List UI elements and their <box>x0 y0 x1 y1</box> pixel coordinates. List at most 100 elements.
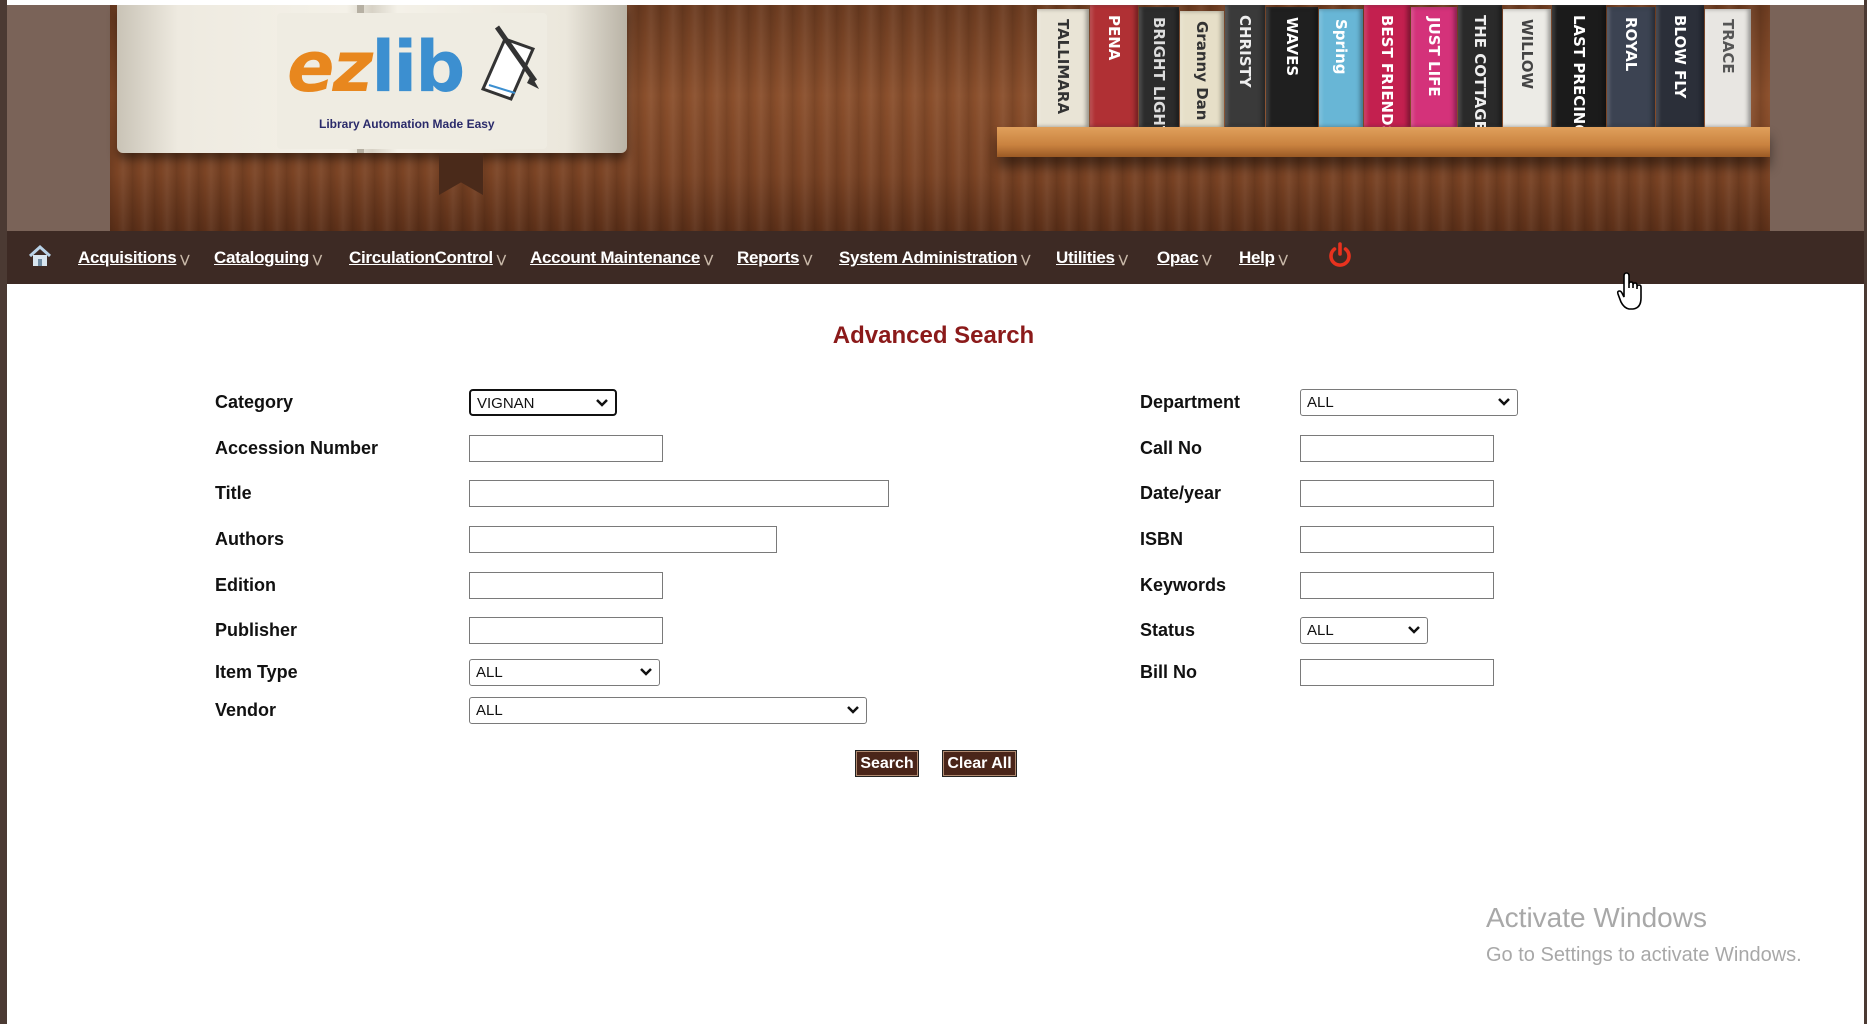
book-spine-title: PENA <box>1105 15 1123 61</box>
search-button[interactable]: Search <box>855 750 919 777</box>
home-icon[interactable] <box>27 243 53 269</box>
nav-account-maintenance[interactable]: Account Maintenance ⋁ <box>530 248 713 268</box>
logo-wordmark: ezlib <box>287 26 465 108</box>
item-type-select[interactable]: ALL <box>469 659 660 686</box>
nav-utilities-label: Utilities <box>1056 248 1115 267</box>
chevron-down-icon <box>596 399 608 407</box>
vendor-select-value: ALL <box>476 702 503 719</box>
label-bill-no: Bill No <box>1140 662 1197 682</box>
logo-ez: ez <box>287 26 373 108</box>
isbn-input[interactable] <box>1300 526 1494 553</box>
book-spine: TALLIMARA <box>1037 9 1089 127</box>
book-spine-title: JUST LIFE <box>1425 17 1443 97</box>
power-icon[interactable] <box>1327 241 1353 269</box>
chevron-down-icon <box>1498 398 1510 406</box>
bookshelf-books: TALLIMARA PENA BRIGHT LIGHT Granny Dan CHRIS… <box>1037 5 1770 146</box>
page-title: Advanced Search <box>832 322 1035 349</box>
chevron-down-icon: ⋁ <box>803 254 812 266</box>
chevron-down-icon: ⋁ <box>1118 254 1128 266</box>
nav-system-administration[interactable]: System Administration ⋁ <box>839 248 1030 268</box>
nav-reports[interactable]: Reports ⋁ <box>737 248 812 268</box>
chevron-down-icon: ⋁ <box>1021 254 1030 266</box>
book-spine: JUST LIFE <box>1411 7 1457 127</box>
bookshelf <box>997 127 1770 157</box>
clear-all-button[interactable]: Clear All <box>942 750 1017 777</box>
nav-opac[interactable]: Opac ⋁ <box>1157 248 1211 268</box>
book-spine-title: ROYAL <box>1622 17 1640 72</box>
book-spine-title: Spring <box>1332 19 1350 75</box>
book-spine-title: TRACE <box>1719 19 1737 74</box>
label-vendor: Vendor <box>215 700 277 720</box>
book-spine: LAST PRECINCT <box>1552 5 1606 146</box>
category-select-value: VIGNAN <box>477 395 535 412</box>
book-spine: BEST FRIENDS <box>1364 5 1410 136</box>
accession-number-input[interactable] <box>469 435 663 462</box>
label-authors: Authors <box>215 529 284 549</box>
book-spine: ROYAL <box>1607 7 1655 127</box>
label-accession-number: Accession Number <box>215 438 379 458</box>
nav-acquisitions[interactable]: Acquisitions ⋁ <box>78 248 189 268</box>
publisher-input[interactable] <box>469 617 663 644</box>
nav-account-label: Account Maintenance <box>530 248 700 267</box>
book-spine: WILLOW <box>1503 9 1551 127</box>
chevron-down-icon <box>640 668 652 676</box>
activate-windows-subtitle: Go to Settings to activate Windows. <box>1486 944 1802 966</box>
nav-cataloguing[interactable]: Cataloguing ⋁ <box>214 248 322 268</box>
authors-input[interactable] <box>469 526 777 553</box>
chevron-down-icon <box>847 706 859 714</box>
chevron-down-icon: ⋁ <box>496 254 506 266</box>
label-title: Title <box>215 483 252 503</box>
book-spine-title: THE COTTAGE <box>1471 15 1489 131</box>
status-select-value: ALL <box>1307 622 1334 639</box>
nav-utilities[interactable]: Utilities ⋁ <box>1056 248 1128 268</box>
book-spine-title: BLOW FLY <box>1671 15 1689 99</box>
date-year-input[interactable] <box>1300 480 1494 507</box>
book-spine: PENA <box>1090 5 1138 127</box>
book-spine: BLOW FLY <box>1656 5 1704 127</box>
book-spine-title: BRIGHT LIGHT <box>1150 17 1168 137</box>
nav-sysadmin-label: System Administration <box>839 248 1018 267</box>
category-select[interactable]: VIGNAN <box>469 389 617 416</box>
nav-circulation-label: CirculationControl <box>349 248 493 267</box>
vendor-select[interactable]: ALL <box>469 697 867 724</box>
window-frame-left <box>0 0 7 1024</box>
nav-reports-label: Reports <box>737 248 800 267</box>
book-spine-title: CHRISTY <box>1236 15 1254 88</box>
status-select[interactable]: ALL <box>1300 617 1428 644</box>
department-select[interactable]: ALL <box>1300 389 1518 416</box>
nav-cataloguing-label: Cataloguing <box>214 248 309 267</box>
title-input[interactable] <box>469 480 889 507</box>
book-spine: Granny Dan <box>1180 11 1224 127</box>
chevron-down-icon: ⋁ <box>312 254 322 266</box>
bill-no-input[interactable] <box>1300 659 1494 686</box>
label-call-no: Call No <box>1140 438 1203 458</box>
item-type-select-value: ALL <box>476 664 503 681</box>
book-spine: THE COTTAGE <box>1458 5 1502 131</box>
book-spine: BRIGHT LIGHT <box>1139 7 1179 136</box>
book-spine: CHRISTY <box>1225 5 1265 127</box>
keywords-input[interactable] <box>1300 572 1494 599</box>
pen-book-icon <box>480 25 539 101</box>
logo-lib: lib <box>371 26 465 108</box>
label-keywords: Keywords <box>1140 575 1227 595</box>
call-no-input[interactable] <box>1300 435 1494 462</box>
label-item-type: Item Type <box>215 662 298 682</box>
nav-help-label: Help <box>1239 248 1275 267</box>
book-spine: WAVES <box>1266 7 1318 127</box>
nav-help[interactable]: Help ⋁ <box>1239 248 1288 268</box>
book-spine-title: TALLIMARA <box>1054 19 1072 115</box>
ezlib-logo: ezlib Library Automation Made Easy <box>277 13 547 149</box>
label-status: Status <box>1140 620 1196 640</box>
label-date-year: Date/year <box>1140 483 1222 503</box>
label-department: Department <box>1140 392 1241 412</box>
book-spine-title: WILLOW <box>1518 19 1536 90</box>
chevron-down-icon: ⋁ <box>704 254 713 266</box>
chevron-down-icon <box>1408 626 1420 634</box>
book-spine: Spring <box>1319 9 1363 127</box>
edition-input[interactable] <box>469 572 663 599</box>
nav-opac-label: Opac <box>1157 248 1199 267</box>
nav-circulation-control[interactable]: CirculationControl ⋁ <box>349 248 506 268</box>
book-spine-title: Granny Dan <box>1193 21 1211 121</box>
book-spine: TRACE <box>1705 9 1751 127</box>
main-nav: Acquisitions ⋁ Cataloguing ⋁ CirculationCo… <box>7 231 1864 284</box>
